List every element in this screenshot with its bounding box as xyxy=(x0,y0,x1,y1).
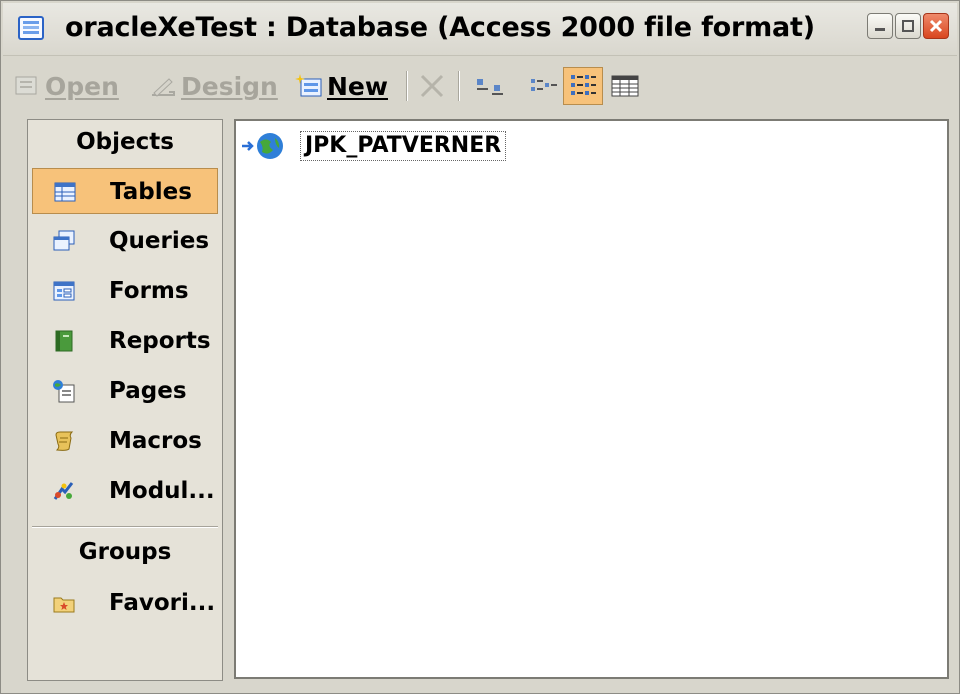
design-label: Design xyxy=(181,71,278,101)
nav-label-modules: Modul... xyxy=(109,478,215,504)
nav-label-reports: Reports xyxy=(109,328,211,354)
objects-header[interactable]: Objects xyxy=(28,120,222,164)
table-name-label: JPK_PATVERNER xyxy=(300,131,507,161)
window-buttons xyxy=(867,13,949,39)
nav-item-macros[interactable]: Macros xyxy=(32,418,218,464)
nav-label-macros: Macros xyxy=(109,428,202,454)
toolbar-separator xyxy=(406,71,408,101)
modules-icon xyxy=(53,482,74,500)
list-view-button[interactable] xyxy=(563,67,603,105)
linked-table-icon xyxy=(242,133,283,159)
small-icons-icon xyxy=(531,79,557,91)
nav-label-forms: Forms xyxy=(109,278,189,304)
nav-label-queries: Queries xyxy=(109,228,210,254)
large-icons-icon xyxy=(477,79,503,95)
macros-icon xyxy=(55,431,74,451)
design-button[interactable]: Design xyxy=(149,65,278,107)
reports-icon xyxy=(55,330,73,352)
delete-button[interactable] xyxy=(417,65,447,107)
delete-icon xyxy=(420,74,444,98)
queries-icon xyxy=(53,230,75,251)
maximize-button[interactable] xyxy=(895,13,921,39)
minimize-button[interactable] xyxy=(867,13,893,39)
forms-icon xyxy=(53,281,75,301)
nav-label-tables: Tables xyxy=(110,179,192,205)
favorites-icon xyxy=(53,597,75,613)
large-icons-button[interactable] xyxy=(473,65,507,107)
nav-item-favorites[interactable]: Favori... xyxy=(32,580,218,626)
database-toolbar: Open Design New xyxy=(3,59,957,115)
nav-label-pages: Pages xyxy=(109,378,187,404)
groups-header[interactable]: Groups xyxy=(28,530,222,574)
toolbar-separator xyxy=(458,71,460,101)
nav-item-queries[interactable]: Queries xyxy=(32,218,218,264)
close-button[interactable] xyxy=(923,13,949,39)
list-item[interactable]: JPK_PATVERNER xyxy=(240,129,507,163)
title-bar[interactable]: oracleXeTest : Database (Access 2000 fil… xyxy=(3,3,957,56)
database-window: oracleXeTest : Database (Access 2000 fil… xyxy=(0,0,960,694)
new-label: New xyxy=(327,71,388,101)
new-button[interactable]: New xyxy=(295,65,388,107)
tables-icon xyxy=(54,182,76,202)
objects-list[interactable]: JPK_PATVERNER xyxy=(234,119,949,679)
details-view-button[interactable] xyxy=(609,65,643,107)
pages-icon xyxy=(53,380,75,403)
open-button[interactable]: Open xyxy=(13,65,119,107)
panel-divider xyxy=(32,526,218,528)
open-label: Open xyxy=(45,71,119,101)
nav-item-reports[interactable]: Reports xyxy=(32,318,218,364)
close-icon xyxy=(929,19,943,33)
small-icons-button[interactable] xyxy=(527,65,561,107)
nav-label-favorites: Favori... xyxy=(109,590,216,616)
nav-item-pages[interactable]: Pages xyxy=(32,368,218,414)
nav-item-tables[interactable]: Tables xyxy=(32,168,218,214)
window-title: oracleXeTest : Database (Access 2000 fil… xyxy=(65,12,815,43)
list-view-icon xyxy=(571,75,596,95)
objects-bar: Objects Tables Queries Forms Reports Pag… xyxy=(27,119,223,681)
open-table-icon xyxy=(15,76,37,95)
maximize-icon xyxy=(902,20,914,32)
database-icon xyxy=(18,16,44,40)
details-view-icon xyxy=(611,75,639,97)
design-icon xyxy=(152,78,175,97)
nav-item-modules[interactable]: Modul... xyxy=(32,468,218,514)
new-table-icon xyxy=(295,74,322,97)
nav-item-forms[interactable]: Forms xyxy=(32,268,218,314)
minimize-icon xyxy=(875,28,885,31)
